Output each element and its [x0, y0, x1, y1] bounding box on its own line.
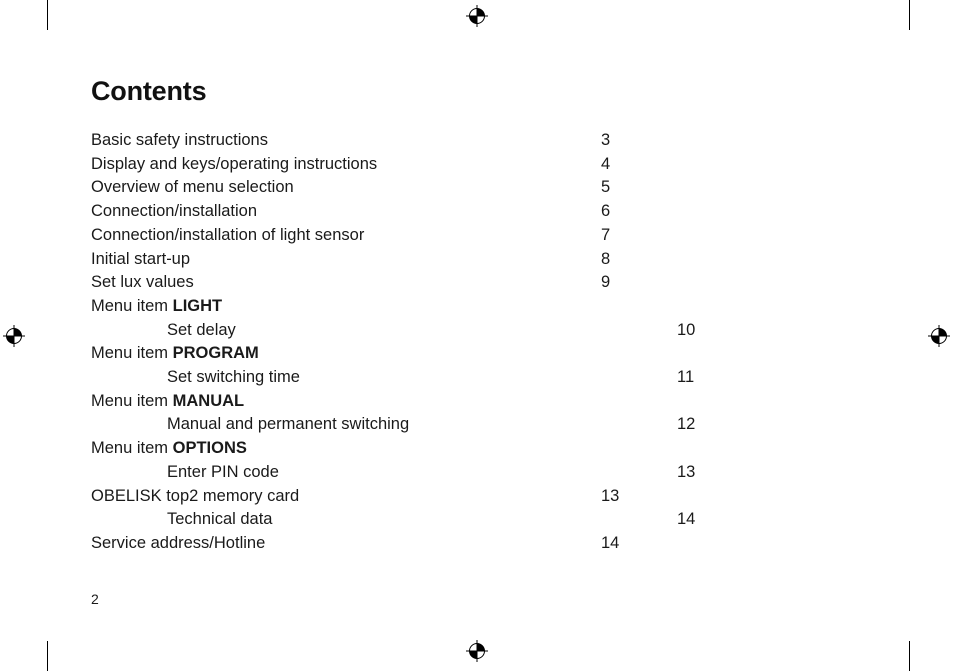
registration-mark-right-icon: [928, 325, 950, 347]
toc-entry-label: Connection/installation: [91, 200, 601, 224]
toc-entry-page-number: 9: [601, 273, 611, 292]
toc-entry-menu-name: MANUAL: [172, 391, 245, 410]
toc-entry-text: Overview of menu selection: [91, 178, 294, 197]
toc-entry-menu-name: OPTIONS: [172, 439, 247, 458]
page-number: 2: [91, 591, 99, 607]
registration-mark-bottom-icon: [466, 640, 488, 662]
toc-row[interactable]: Initial start-up 8: [91, 248, 626, 272]
toc-entry-page-number: 13: [601, 486, 620, 505]
toc-entry-label: Set delay: [91, 319, 677, 343]
toc-entry-label: Menu item LIGHT: [91, 295, 601, 319]
toc-entry-text: Manual and permanent switching: [167, 415, 410, 434]
toc-entry-page-number: 4: [601, 154, 611, 173]
toc-entry-text: OBELISK top2 memory card: [91, 486, 300, 505]
toc-row[interactable]: Overview of menu selection 5: [91, 176, 626, 200]
toc-entry-label: Set lux values: [91, 271, 601, 295]
toc-entry-menu-name: PROGRAM: [172, 344, 259, 363]
toc-row[interactable]: OBELISK top2 memory card 13: [91, 485, 626, 509]
toc-row[interactable]: Display and keys/operating instructions 4: [91, 153, 626, 177]
toc-entry-label: Set switching time: [91, 366, 677, 390]
crop-mark-top-left: [47, 0, 48, 30]
toc-entry-label: Initial start-up: [91, 248, 601, 272]
toc-row[interactable]: Basic safety instructions 3: [91, 129, 626, 153]
toc-entry-text: Menu item: [91, 344, 173, 363]
table-of-contents: Basic safety instructions 3 Display and ke…: [91, 129, 695, 556]
toc-entry-text: Initial start-up: [91, 249, 191, 268]
toc-entry-label: Service address/Hotline: [91, 532, 601, 556]
toc-entry-label: Menu item OPTIONS: [91, 437, 601, 461]
page-body: Contents Basic safety instructions 3 Displ…: [91, 76, 791, 556]
crop-mark-bottom-left: [47, 641, 48, 671]
toc-entry-page-number: 6: [601, 202, 611, 221]
toc-entry-page-number: 13: [677, 462, 696, 481]
toc-entry-text: Menu item: [91, 296, 173, 315]
toc-entry-text: Enter PIN code: [167, 462, 279, 481]
toc-row[interactable]: Manual and permanent switching 12: [91, 413, 695, 437]
crop-mark-bottom-right: [909, 641, 910, 671]
toc-entry-text: Set lux values: [91, 273, 194, 292]
toc-entry-page-number: 11: [677, 368, 695, 387]
toc-entry-text: Connection/installation: [91, 202, 258, 221]
toc-entry-text: Menu item: [91, 439, 173, 458]
toc-row[interactable]: Menu item PROGRAM: [91, 342, 626, 366]
toc-row[interactable]: Connection/installation 6: [91, 200, 626, 224]
toc-entry-label: Basic safety instructions: [91, 129, 601, 153]
page-title: Contents: [91, 76, 207, 106]
toc-row[interactable]: Enter PIN code 13: [91, 461, 695, 485]
toc-entry-text: Set delay: [167, 320, 236, 339]
toc-entry-text: Service address/Hotline: [91, 533, 266, 552]
toc-row[interactable]: Menu item OPTIONS: [91, 437, 626, 461]
toc-row[interactable]: Service address/Hotline 14: [91, 532, 626, 556]
toc-entry-text: Connection/installation of light sensor: [91, 225, 365, 244]
toc-entry-label: Manual and permanent switching: [91, 413, 677, 437]
toc-entry-text: Set switching time: [167, 368, 300, 387]
toc-row[interactable]: Menu item MANUAL: [91, 390, 626, 414]
toc-entry-label: Enter PIN code: [91, 461, 677, 485]
toc-entry-label: Overview of menu selection: [91, 176, 601, 200]
toc-entry-text: Basic safety instructions: [91, 131, 268, 149]
toc-entry-page-number: 10: [677, 320, 696, 339]
toc-entry-label: Menu item MANUAL: [91, 390, 601, 414]
toc-entry-text: Display and keys/operating instructions: [91, 154, 378, 173]
toc-row[interactable]: Menu item LIGHT: [91, 295, 626, 319]
toc-entry-page-number: 14: [601, 533, 620, 552]
toc-entry-label: Technical data: [91, 508, 677, 532]
toc-row[interactable]: Connection/installation of light sensor 7: [91, 224, 626, 248]
toc-entry-page-number: 12: [677, 415, 696, 434]
toc-entry-page-number: 8: [601, 249, 611, 268]
toc-entry-label: Display and keys/operating instructions: [91, 153, 601, 177]
toc-entry-text: Menu item: [91, 391, 173, 410]
toc-row[interactable]: Set delay 10: [91, 319, 695, 343]
toc-entry-menu-name: LIGHT: [172, 296, 223, 315]
toc-entry-label: Connection/installation of light sensor: [91, 224, 601, 248]
toc-entry-page-number: 14: [677, 510, 696, 529]
toc-entry-label: Menu item PROGRAM: [91, 342, 601, 366]
registration-mark-top-icon: [466, 5, 488, 27]
toc-entry-text: Technical data: [167, 510, 273, 529]
toc-row[interactable]: Technical data 14: [91, 508, 695, 532]
toc-row[interactable]: Set switching time 11: [91, 366, 694, 390]
toc-entry-page-number: 3: [601, 131, 611, 149]
crop-mark-top-right: [909, 0, 910, 30]
toc-entry-page-number: 5: [601, 178, 611, 197]
registration-mark-left-icon: [3, 325, 25, 347]
toc-row[interactable]: Set lux values 9: [91, 271, 626, 295]
toc-entry-page-number: 7: [601, 225, 611, 244]
toc-entry-label: OBELISK top2 memory card: [91, 485, 601, 509]
